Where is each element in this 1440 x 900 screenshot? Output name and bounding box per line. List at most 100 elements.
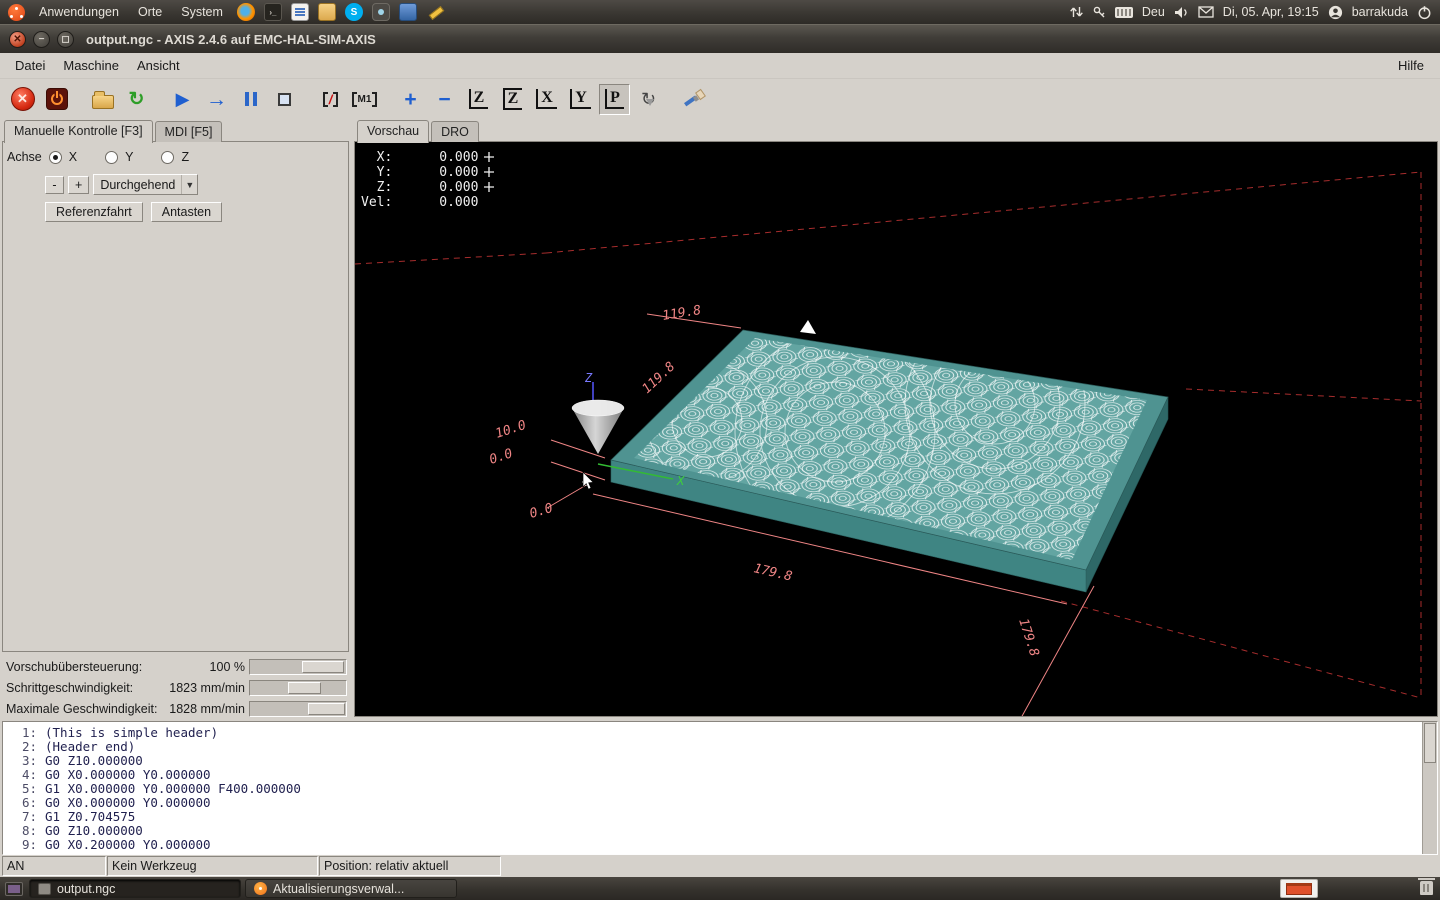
max-velocity-slider[interactable] — [249, 701, 347, 717]
pause-icon — [245, 92, 257, 106]
gcode-line[interactable]: 6:G0 X0.000000 Y0.000000 — [3, 796, 1437, 810]
clock-label[interactable]: Di, 05. Apr, 19:15 — [1223, 5, 1319, 19]
gcode-line[interactable]: 9:G0 X0.200000 Y0.000000 — [3, 838, 1437, 852]
gcode-line[interactable]: 8:G0 Z10.000000 — [3, 824, 1437, 838]
power-icon[interactable] — [1417, 5, 1432, 20]
skip-lines-button[interactable]: / — [315, 84, 346, 115]
package-icon[interactable] — [399, 3, 417, 21]
gcode-line[interactable]: 5:G1 X0.000000 Y0.000000 F400.000000 — [3, 782, 1437, 796]
max-velocity-value: 1828 mm/min — [169, 702, 245, 716]
axis-radio-z[interactable] — [161, 151, 174, 164]
axis-radio-z-label[interactable]: Z — [181, 150, 189, 164]
keyboard-layout-label[interactable]: Deu — [1142, 5, 1165, 19]
keyboard-icon[interactable] — [1115, 7, 1133, 18]
pencil-icon[interactable] — [426, 3, 444, 21]
close-window-icon[interactable]: ✕ — [9, 31, 26, 48]
home-row: Referenzfahrt Antasten — [45, 202, 222, 222]
preview-tabs: Vorschau DRO — [357, 119, 481, 142]
dro-x: X: 0.000 — [361, 150, 478, 165]
optional-stop-button[interactable]: M1 — [349, 84, 380, 115]
open-file-button[interactable] — [87, 84, 118, 115]
estop-icon — [11, 87, 35, 111]
mail-icon[interactable] — [1198, 6, 1214, 18]
tab-vorschau[interactable]: Vorschau — [357, 120, 429, 143]
stop-button[interactable] — [269, 84, 300, 115]
zoom-out-button[interactable] — [429, 84, 460, 115]
menu-maschine[interactable]: Maschine — [54, 55, 128, 76]
zoom-in-button[interactable] — [395, 84, 426, 115]
menu-hilfe[interactable]: Hilfe — [1389, 55, 1434, 76]
gcode-scrollbar-handle[interactable] — [1424, 723, 1436, 763]
axis-radio-y[interactable] — [105, 151, 118, 164]
gcode-line[interactable]: 7:G1 Z0.704575 — [3, 810, 1437, 824]
step-button[interactable] — [201, 84, 232, 115]
clear-plot-icon — [684, 88, 706, 110]
status-position: Position: relativ aktuell — [319, 856, 501, 876]
show-desktop-icon[interactable] — [5, 882, 23, 896]
gcode-line[interactable]: 3:G0 Z10.000000 — [3, 754, 1437, 768]
gcode-line[interactable]: 1:(This is simple header) — [3, 726, 1437, 740]
touch-off-button[interactable]: Antasten — [151, 202, 222, 222]
tray-window-preview[interactable] — [1280, 879, 1318, 898]
maximize-window-icon[interactable]: ◻ — [57, 31, 74, 48]
key-icon[interactable] — [1093, 6, 1106, 19]
view-y-button[interactable]: Y — [565, 84, 596, 115]
view-x-button[interactable]: X — [531, 84, 562, 115]
clear-plot-button[interactable] — [679, 84, 710, 115]
pause-button[interactable] — [235, 84, 266, 115]
menu-orte[interactable]: Orte — [133, 5, 167, 19]
max-velocity-handle[interactable] — [308, 703, 345, 715]
menu-ansicht[interactable]: Ansicht — [128, 55, 189, 76]
reload-button[interactable] — [121, 84, 152, 115]
gcode-listing[interactable]: 1:(This is simple header) 2:(Header end)… — [2, 721, 1438, 855]
jog-minus-button[interactable]: - — [45, 176, 64, 194]
jog-speed-handle[interactable] — [288, 682, 321, 694]
run-button[interactable] — [167, 84, 198, 115]
axis-radio-x-label[interactable]: X — [69, 150, 77, 164]
feed-override-slider[interactable] — [249, 659, 347, 675]
jog-increment-dropdown[interactable]: Durchgehend — [93, 174, 198, 195]
window-titlebar[interactable]: ✕ − ◻ output.ngc - AXIS 2.4.6 auf EMC-HA… — [0, 24, 1440, 53]
gcode-line[interactable]: 2:(Header end) — [3, 740, 1437, 754]
jog-plus-button[interactable]: + — [68, 176, 89, 194]
view-z-rotated-button[interactable]: Z — [497, 84, 528, 115]
view-z-rotated-icon: Z — [503, 88, 523, 110]
volume-icon[interactable] — [1174, 6, 1189, 19]
folder-icon[interactable] — [318, 3, 336, 21]
updown-arrows-icon[interactable] — [1069, 5, 1084, 19]
gcode-line[interactable]: 4:G0 X0.000000 Y0.000000 — [3, 768, 1437, 782]
minimize-window-icon[interactable]: − — [33, 31, 50, 48]
axis-radio-x[interactable] — [49, 151, 62, 164]
dro-y: Y: 0.000 — [361, 165, 478, 180]
screenshot-icon[interactable] — [372, 3, 390, 21]
menu-anwendungen[interactable]: Anwendungen — [34, 5, 124, 19]
tab-manuelle-kontrolle[interactable]: Manuelle Kontrolle [F3] — [4, 120, 153, 143]
menu-datei[interactable]: Datei — [6, 55, 54, 76]
view-z-button[interactable]: Z — [463, 84, 494, 115]
user-icon[interactable] — [1328, 5, 1343, 20]
tab-dro[interactable]: DRO — [431, 121, 479, 142]
tab-mdi[interactable]: MDI [F5] — [155, 121, 223, 142]
estop-button[interactable] — [7, 84, 38, 115]
menu-system[interactable]: System — [176, 5, 228, 19]
view-perspective-button[interactable]: P — [599, 84, 630, 115]
ubuntu-logo-icon[interactable] — [8, 4, 25, 21]
preview-3d-canvas[interactable]: 119.8 119.8 10.0 0.0 0.0 179.8 179.8 Z X — [355, 142, 1437, 716]
user-label[interactable]: barrakuda — [1352, 5, 1408, 19]
taskbar-window-axis[interactable]: output.ngc — [29, 879, 241, 898]
home-axis-button[interactable]: Referenzfahrt — [45, 202, 143, 222]
skype-icon[interactable]: S — [345, 3, 363, 21]
machine-power-button[interactable] — [41, 84, 72, 115]
gnome-top-panel: Anwendungen Orte System ›_ S Deu Di, 05.… — [0, 0, 1440, 24]
preview-panel: 119.8 119.8 10.0 0.0 0.0 179.8 179.8 Z X — [354, 141, 1438, 717]
terminal-icon[interactable]: ›_ — [264, 3, 282, 21]
firefox-icon[interactable] — [237, 3, 255, 21]
trash-icon[interactable] — [1420, 881, 1433, 895]
rotate-view-button[interactable] — [633, 84, 664, 115]
axis-radio-y-label[interactable]: Y — [125, 150, 133, 164]
taskbar-window-update-manager[interactable]: Aktualisierungsverwal... — [245, 879, 457, 898]
gcode-scrollbar[interactable] — [1422, 722, 1437, 854]
text-editor-icon[interactable] — [291, 3, 309, 21]
feed-override-handle[interactable] — [302, 661, 344, 673]
jog-speed-slider[interactable] — [249, 680, 347, 696]
